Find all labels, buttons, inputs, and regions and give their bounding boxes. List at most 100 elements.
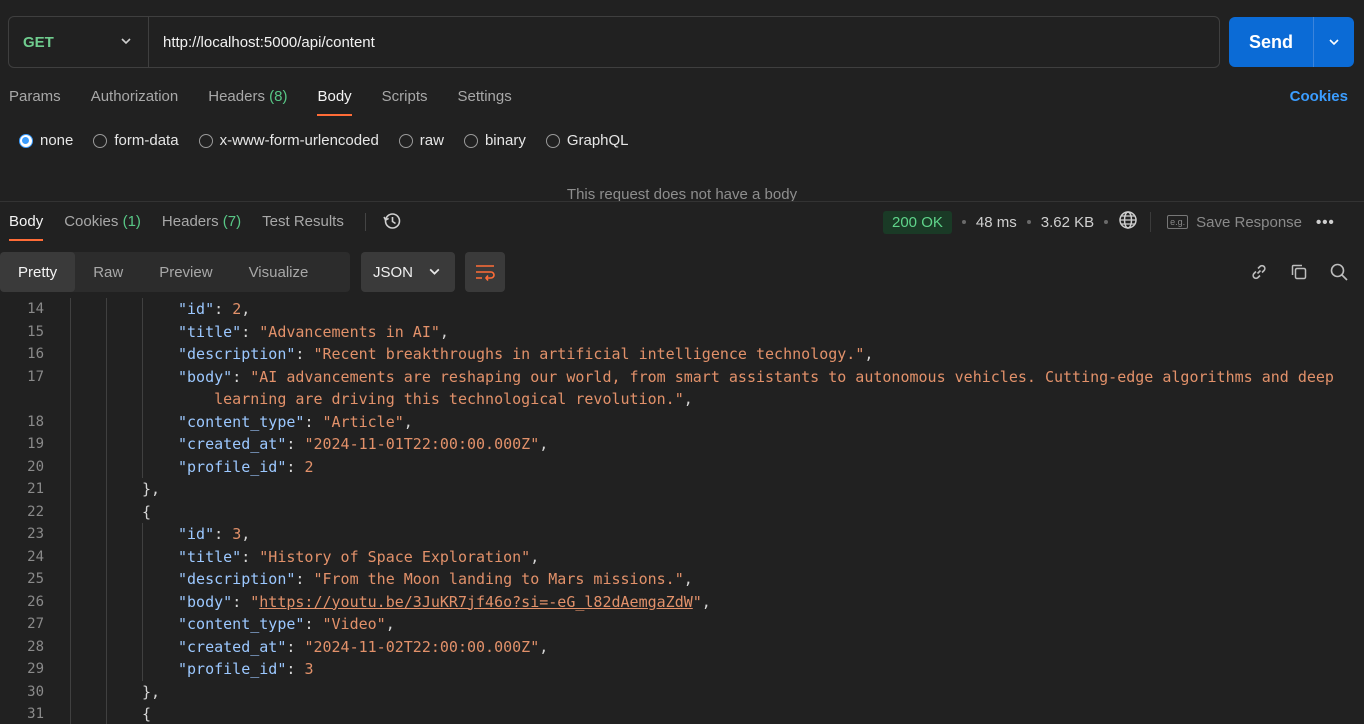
code-line: 14 "id": 2, — [0, 298, 1364, 321]
code-line: 15 "title": "Advancements in AI", — [0, 320, 1364, 343]
line-number: 16 — [27, 346, 44, 362]
radio-label: none — [40, 132, 74, 149]
indent-guide — [70, 680, 71, 703]
code-line: 26 "body": "https://youtu.be/3JuKR7jf46o?… — [0, 590, 1364, 613]
tab-authorization[interactable]: Authorization — [91, 86, 179, 116]
line-number: 24 — [27, 548, 44, 565]
indent-guide — [106, 590, 107, 613]
radio-raw[interactable]: raw — [398, 132, 444, 149]
tab-params[interactable]: Params — [9, 86, 61, 116]
view-tab-raw[interactable]: Raw — [75, 252, 141, 292]
indent-guide — [106, 703, 107, 724]
code-line: 19 "created_at": "2024-11-01T22:00:00.000… — [0, 433, 1364, 456]
code-line: 16 "description": "Recent breakthroughs i… — [0, 343, 1364, 366]
json-brace: { — [142, 705, 152, 723]
send-options-button[interactable] — [1314, 17, 1354, 67]
tab-scripts[interactable]: Scripts — [382, 86, 428, 116]
dot-separator — [1026, 220, 1031, 224]
line-number: 27 — [27, 616, 44, 632]
json-link[interactable]: https://youtu.be/3JuKR7jf46o?si=-eG_l82d… — [259, 593, 692, 611]
code-line: 27 "content_type": "Video", — [0, 613, 1364, 636]
radio-none[interactable]: none — [19, 132, 73, 149]
radio-urlencoded[interactable]: x-www-form-urlencoded — [198, 132, 379, 149]
indent-guide — [106, 410, 107, 433]
indent-guide — [70, 635, 71, 658]
url-bar: GET http://localhost:5000/api/content — [8, 16, 1220, 68]
line-number: 14 — [27, 301, 44, 317]
radio-icon — [93, 133, 108, 148]
tab-settings[interactable]: Settings — [458, 86, 512, 116]
json-string: "Article" — [322, 412, 404, 431]
url-input[interactable]: http://localhost:5000/api/content — [149, 34, 375, 51]
indent-guide — [142, 658, 143, 681]
code-text: { — [142, 703, 151, 724]
response-tab-cookies[interactable]: Cookies (1) — [64, 211, 141, 241]
code-text: "created_at": "2024-11-01T22:00:00.000Z"… — [178, 435, 549, 453]
link-icon[interactable] — [1248, 261, 1270, 283]
response-tools — [1248, 261, 1350, 283]
json-brace: { — [142, 502, 152, 521]
indent-guide — [142, 365, 143, 388]
code-text: "id": 2, — [178, 300, 251, 318]
search-icon[interactable] — [1328, 261, 1350, 283]
view-tab-preview[interactable]: Preview — [141, 252, 230, 292]
indent-guide — [106, 320, 107, 343]
history-icon[interactable] — [382, 211, 402, 236]
view-tab-pretty[interactable]: Pretty — [0, 252, 76, 292]
json-key: "content_type" — [178, 412, 305, 431]
chevron-down-icon — [429, 268, 440, 275]
response-tab-body[interactable]: Body — [9, 211, 44, 241]
response-tab-test-results[interactable]: Test Results — [262, 211, 344, 241]
indent-guide — [106, 568, 107, 591]
code-line: 18 "content_type": "Article", — [0, 410, 1364, 433]
code-line: 20 "profile_id": 2 — [0, 455, 1364, 478]
indent-guide — [106, 455, 107, 478]
json-key: "id" — [178, 525, 215, 543]
globe-icon[interactable] — [1118, 210, 1138, 234]
response-meta: 200 OK 48 ms 3.62 KB e.g. Save Response … — [883, 210, 1335, 234]
tab-body[interactable]: Body — [317, 86, 352, 116]
save-response-button[interactable]: e.g. Save Response — [1167, 214, 1302, 231]
code-line: 30}, — [0, 680, 1364, 703]
response-tab-headers[interactable]: Headers (7) — [162, 211, 241, 241]
chevron-down-icon — [121, 38, 131, 45]
format-select[interactable]: JSON — [361, 252, 455, 292]
tab-label: Body — [9, 213, 44, 230]
json-key: "content_type" — [178, 615, 305, 633]
tab-label: Headers — [208, 88, 265, 105]
tab-label: Scripts — [381, 88, 428, 105]
tab-headers[interactable]: Headers (8) — [208, 86, 287, 116]
indent-guide — [106, 658, 107, 681]
response-body-viewer[interactable]: 14 "id": 2, 15 "title": "Advancements in AI… — [0, 298, 1364, 724]
view-tab-visualize[interactable]: Visualize — [231, 252, 327, 292]
response-size[interactable]: 3.62 KB — [1041, 214, 1094, 231]
chevron-down-icon — [1329, 39, 1339, 46]
method-select[interactable]: GET — [9, 17, 149, 67]
wrap-icon — [476, 265, 495, 281]
indent-guide — [70, 545, 71, 568]
indent-guide — [142, 613, 143, 636]
indent-guide — [106, 635, 107, 658]
json-string: "Advancements in AI" — [259, 322, 440, 341]
send-button[interactable]: Send — [1229, 32, 1313, 53]
cookies-link[interactable]: Cookies — [1290, 88, 1348, 105]
indent-guide — [142, 590, 143, 613]
more-options-icon[interactable]: ••• — [1316, 214, 1335, 231]
status-badge[interactable]: 200 OK — [883, 210, 952, 234]
json-key: "title" — [178, 547, 242, 566]
line-number: 23 — [27, 526, 44, 542]
radio-form-data[interactable]: form-data — [93, 132, 179, 149]
format-label: JSON — [373, 263, 414, 281]
line-number: 18 — [27, 413, 44, 430]
line-number: 17 — [27, 368, 44, 385]
radio-binary[interactable]: binary — [463, 132, 526, 149]
pane-resize-handle[interactable] — [0, 201, 1364, 202]
divider — [1150, 212, 1152, 232]
indent-guide — [70, 658, 71, 681]
wrap-lines-button[interactable] — [465, 252, 505, 292]
response-time[interactable]: 48 ms — [976, 214, 1017, 231]
copy-icon[interactable] — [1288, 261, 1310, 283]
json-number: 2 — [232, 300, 242, 318]
radio-graphql[interactable]: GraphQL — [545, 132, 629, 149]
indent-guide — [70, 590, 71, 613]
